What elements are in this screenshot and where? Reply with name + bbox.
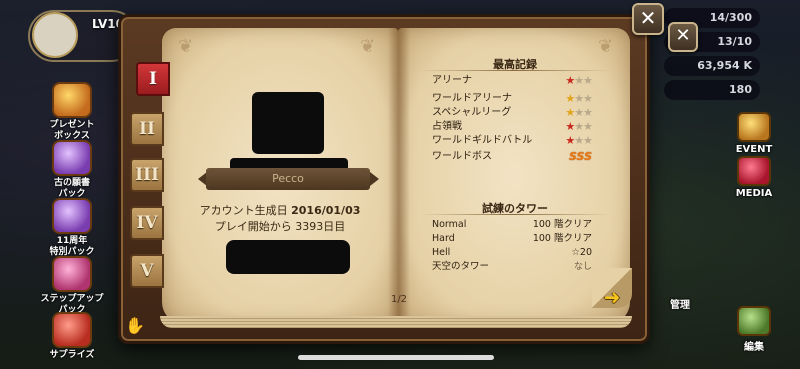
step-up-pack-icon xyxy=(52,256,92,292)
chapter-tab-5[interactable]: V xyxy=(130,254,164,288)
redacted-guild-info xyxy=(226,240,350,274)
tower-label: Normal xyxy=(432,219,467,230)
tower-row-hard: Hard 100 階クリア xyxy=(432,232,592,246)
event-icon xyxy=(737,112,771,142)
record-stars: ★★★ xyxy=(565,92,593,105)
world-boss-rank: SSS xyxy=(569,150,592,163)
book-spine xyxy=(388,28,410,324)
chapter-tab-4[interactable]: IV xyxy=(130,206,164,240)
corner-ornament-icon: ❦ xyxy=(598,36,614,57)
record-stars: ★★★ xyxy=(565,120,593,133)
tower-row-hell: Hell ☆20 xyxy=(432,246,592,260)
edit-button[interactable]: 編集 xyxy=(726,306,782,353)
tower-label: Hell xyxy=(432,247,451,258)
record-label: ワールドギルドバトル xyxy=(432,135,533,146)
manage-label: 管理 xyxy=(670,300,690,311)
next-page-arrow-icon[interactable]: ➜ xyxy=(600,287,624,307)
record-stars: ★★★ xyxy=(565,74,593,87)
mana-counter: 63,954 K xyxy=(664,56,760,76)
tower-label: 天空のタワー xyxy=(432,261,490,272)
tower-value: ☆20 xyxy=(571,247,592,258)
record-label: ワールドボス xyxy=(432,151,492,162)
media-button[interactable]: MEDIA xyxy=(726,156,782,199)
record-label: スペシャルリーグ xyxy=(432,107,512,118)
account-created: アカウント生成日 2016/01/03 xyxy=(170,202,390,218)
step-up-pack-button[interactable]: ステップアップ パック xyxy=(40,256,104,316)
surprise-shop-label: サプライズ xyxy=(49,350,95,360)
gift-box-icon xyxy=(52,82,92,118)
ancient-scroll-pack-label: 古の願書 パック xyxy=(53,178,90,199)
chapter-tab-1[interactable]: I xyxy=(136,62,170,96)
chapter-tab-3[interactable]: III xyxy=(130,158,164,192)
record-stars: ★★★ xyxy=(565,134,593,147)
event-button[interactable]: EVENT xyxy=(726,112,782,155)
record-stars: ★★★ xyxy=(565,106,593,119)
name-ribbon-right-icon xyxy=(370,172,379,186)
tower-value: 100 階クリア xyxy=(532,219,592,230)
anniversary-pack-button[interactable]: 11周年 特別パック xyxy=(40,198,104,258)
close-book-button[interactable]: ✕ xyxy=(632,3,664,35)
player-name: Pecco xyxy=(206,168,370,190)
record-row-siege: 占領戦 ★★★ xyxy=(432,120,593,134)
chapter-tab-2[interactable]: II xyxy=(130,112,164,146)
manage-button[interactable]: 管理 xyxy=(660,296,700,311)
media-icon xyxy=(737,156,771,186)
present-box-button[interactable]: プレゼント ボックス xyxy=(40,82,104,142)
edit-icon xyxy=(737,306,771,336)
ancient-scroll-pack-icon xyxy=(52,140,92,176)
home-indicator[interactable] xyxy=(298,355,494,360)
play-days: プレイ開始から 3393日目 xyxy=(214,220,346,233)
tower-value: なし xyxy=(573,262,592,272)
record-row-world-arena: ワールドアリーナ ★★★ xyxy=(432,92,593,106)
player-avatar[interactable] xyxy=(32,12,78,58)
best-records-divider xyxy=(420,70,610,71)
present-box-label: プレゼント ボックス xyxy=(49,120,95,141)
surprise-shop-icon xyxy=(52,312,92,348)
close-profile-button[interactable]: ✕ xyxy=(668,22,698,52)
corner-ornament-icon: ❦ xyxy=(360,36,376,57)
anniversary-pack-label: 11周年 特別パック xyxy=(49,236,95,257)
book-page-edges xyxy=(160,316,632,328)
ancient-scroll-pack-button[interactable]: 古の願書 パック xyxy=(40,140,104,200)
redacted-monster-portrait xyxy=(252,92,324,154)
tower-label: Hard xyxy=(432,233,455,244)
event-label: EVENT xyxy=(735,144,773,155)
account-created-date: 2016/01/03 xyxy=(291,204,361,217)
record-label: ワールドアリーナ xyxy=(432,93,512,104)
corner-ornament-icon: ❦ xyxy=(178,36,194,57)
handshake-icon: ✋ xyxy=(125,316,145,335)
crystal-counter: 180 xyxy=(664,80,760,100)
record-row-world-guild-battle: ワールドギルドバトル ★★★ xyxy=(432,134,593,148)
tower-value: 100 階クリア xyxy=(532,233,592,244)
anniversary-pack-icon xyxy=(52,198,92,234)
tower-divider xyxy=(420,214,610,215)
record-label: 占領戦 xyxy=(432,121,462,132)
record-label: アリーナ xyxy=(432,75,472,86)
record-row-world-boss: ワールドボス SSS xyxy=(432,150,592,164)
media-label: MEDIA xyxy=(735,188,773,199)
tower-row-sky: 天空のタワー なし xyxy=(432,260,592,274)
page-indicator: 1/2 xyxy=(390,294,408,305)
record-row-arena: アリーナ ★★★ xyxy=(432,74,593,88)
edit-label: 編集 xyxy=(744,342,764,353)
surprise-shop-button[interactable]: サプライズ xyxy=(40,312,104,361)
tower-row-normal: Normal 100 階クリア xyxy=(432,218,592,232)
account-created-label: アカウント生成日 xyxy=(199,204,288,217)
record-row-special-league: スペシャルリーグ ★★★ xyxy=(432,106,593,120)
